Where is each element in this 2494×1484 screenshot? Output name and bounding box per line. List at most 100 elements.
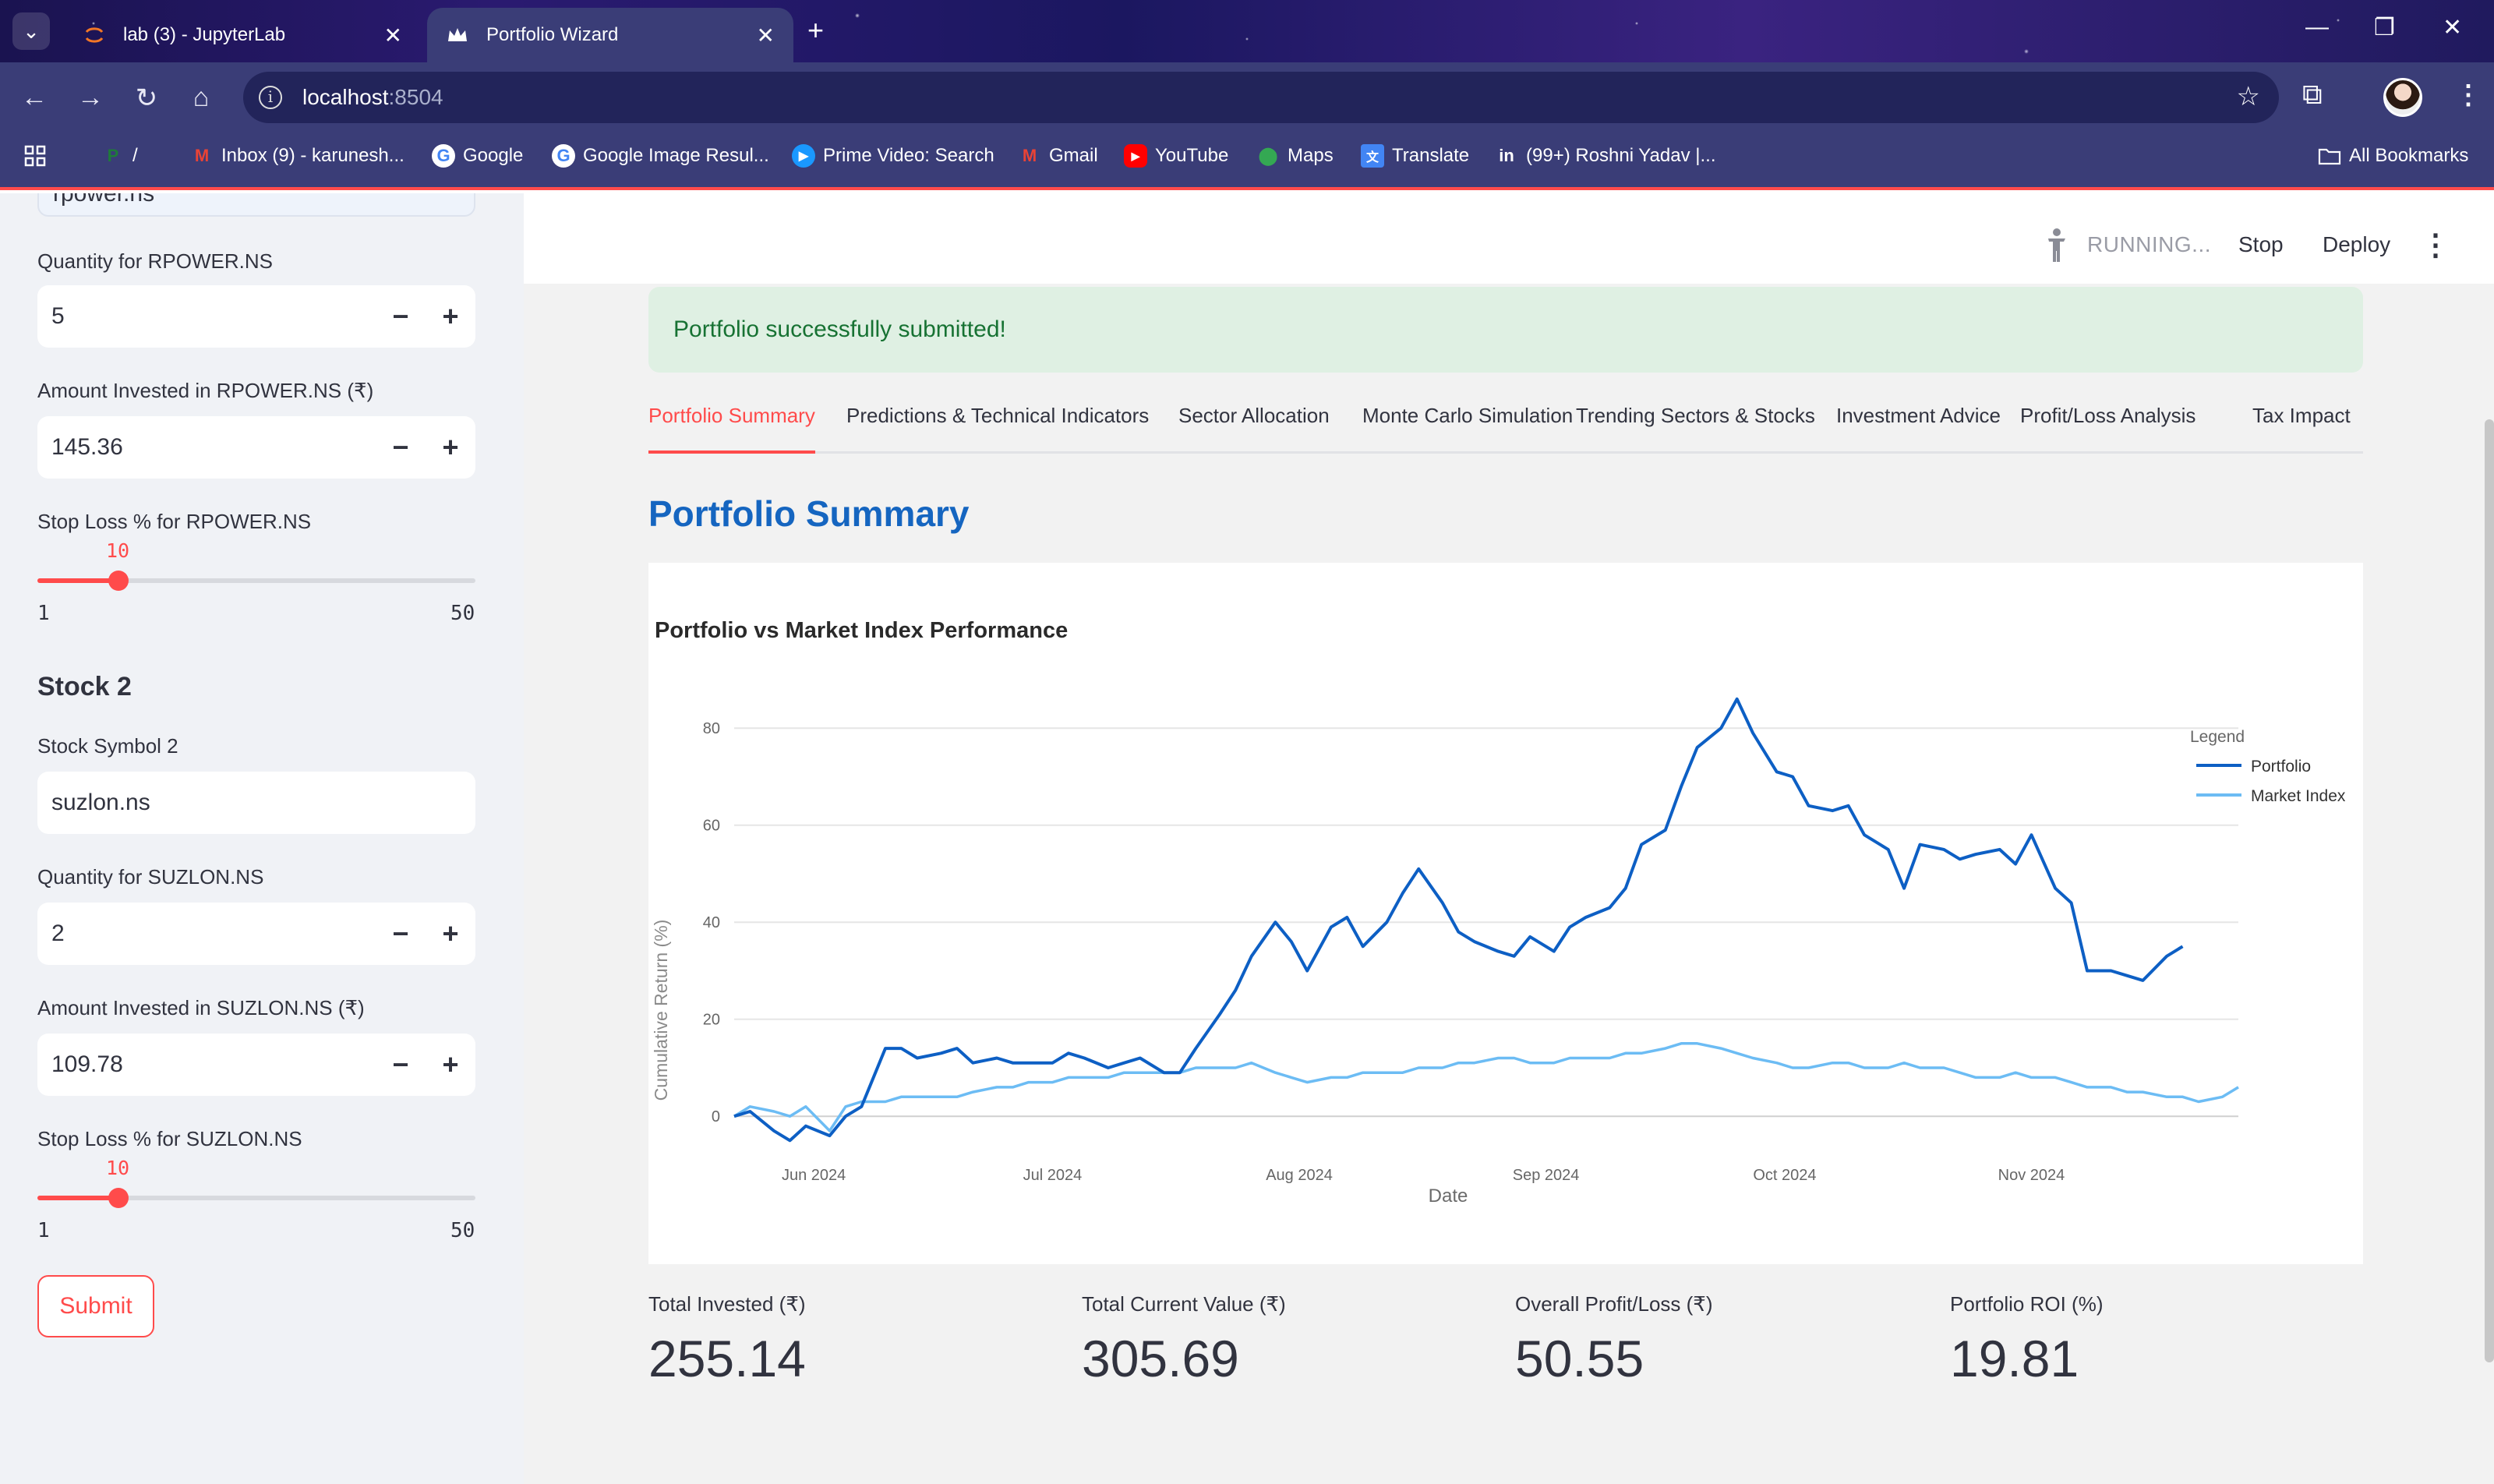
extensions-puzzle-icon[interactable]: ⧉: [2302, 78, 2323, 111]
decrement-button[interactable]: −: [376, 917, 426, 950]
tab-search-chevron-icon[interactable]: ⌄: [12, 12, 50, 50]
stoploss-slider[interactable]: [37, 571, 475, 591]
decrement-button[interactable]: −: [376, 1048, 426, 1081]
stock-symbol-1-input[interactable]: rpower.ns: [37, 193, 475, 217]
app-menu-kebab-icon[interactable]: ⋮: [2421, 228, 2450, 263]
deploy-button[interactable]: Deploy: [2323, 232, 2390, 257]
bookmark-linkedin[interactable]: in (99+) Roshni Yadav |...: [1495, 140, 1715, 171]
tab-sector-allocation[interactable]: Sector Allocation: [1178, 404, 1330, 451]
slider-value: 10: [106, 539, 130, 562]
symbol-label: Stock Symbol 2: [37, 734, 178, 758]
stoploss-slider[interactable]: [37, 1188, 475, 1208]
reload-icon[interactable]: ↻: [123, 83, 170, 114]
tab-monte-carlo[interactable]: Monte Carlo Simulation: [1362, 404, 1573, 451]
success-message: Portfolio successfully submitted!: [673, 316, 1006, 342]
tab-predictions[interactable]: Predictions & Technical Indicators: [846, 404, 1149, 451]
bookmark-label: /: [132, 145, 138, 166]
quantity-stepper[interactable]: 2 − +: [37, 903, 475, 965]
slider-max: 50: [450, 1219, 475, 1242]
close-window-icon[interactable]: ✕: [2443, 14, 2462, 41]
y-tick-label: 60: [703, 818, 720, 835]
metric-total-current-value: Total Current Value (₹) 305.69: [1082, 1292, 1286, 1388]
new-tab-plus-icon[interactable]: +: [807, 14, 824, 47]
increment-button[interactable]: +: [426, 1048, 475, 1081]
bookmark-slash[interactable]: P /: [101, 140, 138, 171]
amount-stepper[interactable]: 145.36 − +: [37, 416, 475, 479]
x-tick-label: Sep 2024: [1513, 1167, 1580, 1184]
quantity-stepper[interactable]: 5 − +: [37, 285, 475, 348]
slider-thumb[interactable]: [108, 571, 129, 591]
browser-menu-kebab-icon[interactable]: ⋮: [2455, 80, 2482, 111]
tab-bar: Portfolio Summary Predictions & Technica…: [648, 404, 2363, 454]
profile-avatar[interactable]: [2383, 78, 2422, 117]
tab-investment-advice[interactable]: Investment Advice: [1836, 404, 2001, 451]
bookmark-google-image[interactable]: G Google Image Resul...: [552, 140, 769, 171]
minimize-icon[interactable]: —: [2305, 14, 2329, 41]
performance-chart[interactable]: Portfolio vs Market Index Performance 0 2…: [648, 563, 2363, 1264]
browser-tab-strip: ⌄ lab (3) - JupyterLab ✕ Portfolio Wizar…: [0, 0, 2494, 62]
bookmark-maps[interactable]: ⬤ Maps: [1256, 140, 1334, 171]
tab-tax-impact[interactable]: Tax Impact: [2252, 404, 2351, 451]
legend-label-market-index[interactable]: Market Index: [2251, 787, 2346, 805]
tab-portfolio-summary[interactable]: Portfolio Summary: [648, 404, 815, 454]
linkedin-icon: in: [1499, 146, 1514, 165]
bookmark-label: Translate: [1392, 145, 1470, 166]
bookmark-label: YouTube: [1155, 145, 1229, 166]
google-icon: G: [552, 144, 575, 168]
amount-label: Amount Invested in SUZLON.NS (₹): [37, 996, 365, 1019]
all-bookmarks[interactable]: All Bookmarks: [2318, 140, 2468, 171]
submit-button[interactable]: Submit: [37, 1275, 154, 1337]
home-icon[interactable]: ⌂: [178, 83, 224, 113]
tab-profit-loss[interactable]: Profit/Loss Analysis: [2020, 404, 2195, 451]
crown-icon: [446, 23, 469, 47]
legend-label-portfolio[interactable]: Portfolio: [2251, 758, 2311, 776]
quantity-label: Quantity for RPOWER.NS: [37, 249, 273, 273]
metric-overall-profit-loss: Overall Profit/Loss (₹) 50.55: [1515, 1292, 1713, 1388]
close-tab-icon[interactable]: ✕: [384, 23, 402, 48]
url-input[interactable]: i localhost:8504 ☆: [243, 72, 2279, 123]
bookmark-gmail[interactable]: M Gmail: [1018, 140, 1098, 171]
increment-button[interactable]: +: [426, 431, 475, 464]
quantity-label: Quantity for SUZLON.NS: [37, 865, 264, 889]
bookmark-google[interactable]: G Google: [432, 140, 523, 171]
back-arrow-icon[interactable]: ←: [11, 83, 58, 113]
increment-button[interactable]: +: [426, 917, 475, 950]
tab-trending[interactable]: Trending Sectors & Stocks: [1576, 404, 1815, 451]
all-bookmarks-label: All Bookmarks: [2349, 145, 2469, 166]
x-tick-label: Aug 2024: [1266, 1167, 1333, 1184]
browser-tab-portfolio-wizard[interactable]: Portfolio Wizard ✕: [427, 8, 793, 62]
y-tick-label: 0: [712, 1108, 720, 1125]
running-person-icon: [2048, 228, 2065, 262]
close-tab-icon[interactable]: ✕: [757, 23, 775, 48]
stop-button[interactable]: Stop: [2238, 232, 2284, 257]
forward-arrow-icon[interactable]: →: [67, 83, 114, 113]
increment-button[interactable]: +: [426, 300, 475, 333]
metric-total-invested: Total Invested (₹) 255.14: [648, 1292, 806, 1388]
slider-thumb[interactable]: [108, 1188, 129, 1208]
metric-value: 50.55: [1515, 1330, 1644, 1387]
x-axis-ticks: Jun 2024 Jul 2024 Aug 2024 Sep 2024 Oct 2024…: [782, 1167, 2065, 1184]
page-scrollbar[interactable]: [2485, 419, 2494, 1362]
bookmark-youtube[interactable]: ▶ YouTube: [1124, 140, 1228, 171]
quantity-value[interactable]: 2: [37, 920, 376, 947]
series-line-market-index[interactable]: [733, 1042, 2239, 1132]
chart-series: [733, 697, 2239, 1143]
restore-window-icon[interactable]: ❐: [2374, 14, 2395, 41]
section-title: Portfolio Summary: [648, 493, 970, 534]
bookmark-prime-video[interactable]: ▶ Prime Video: Search: [792, 140, 994, 171]
browser-tab-jupyterlab[interactable]: lab (3) - JupyterLab ✕: [64, 8, 421, 62]
input-value: rpower.ns: [53, 193, 155, 207]
apps-grid-icon[interactable]: [23, 140, 47, 171]
decrement-button[interactable]: −: [376, 300, 426, 333]
quantity-value[interactable]: 5: [37, 303, 376, 330]
bookmark-star-icon[interactable]: ☆: [2237, 81, 2260, 112]
stock-symbol-2-input[interactable]: suzlon.ns: [37, 772, 475, 834]
bookmark-label: (99+) Roshni Yadav |...: [1526, 145, 1716, 166]
decrement-button[interactable]: −: [376, 431, 426, 464]
amount-value[interactable]: 109.78: [37, 1051, 376, 1078]
bookmark-inbox[interactable]: M Inbox (9) - karunesh...: [190, 140, 404, 171]
amount-stepper[interactable]: 109.78 − +: [37, 1034, 475, 1096]
bookmark-translate[interactable]: 文 Translate: [1361, 140, 1469, 171]
amount-value[interactable]: 145.36: [37, 434, 376, 461]
site-info-icon[interactable]: i: [259, 86, 282, 109]
